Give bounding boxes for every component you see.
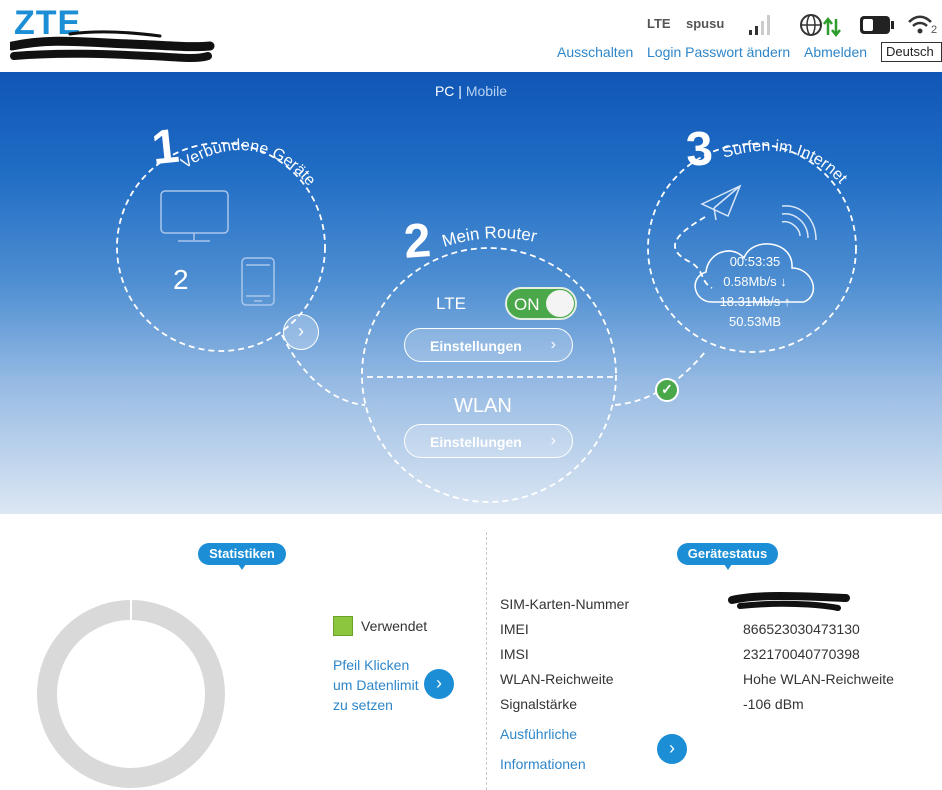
lte-toggle-state: ON: [514, 295, 540, 314]
redacted-sim-number: [728, 592, 850, 611]
header: ZTE LTE spusu 2 Ausschalten Login Passwo…: [0, 0, 942, 72]
statistics-badge: Statistiken: [198, 543, 286, 570]
devices-arrow-button[interactable]: ›: [283, 314, 319, 350]
upload-rate: 18.31Mb/s ↑: [719, 294, 791, 309]
imei-label: IMEI: [500, 621, 529, 637]
used-legend-label: Verwendet: [361, 618, 428, 634]
step2-title: Mein Router: [440, 223, 539, 251]
step1-number: 1: [149, 119, 182, 176]
check-icon: ✓: [655, 378, 679, 402]
wlan-settings-button[interactable]: Einstellungen ›: [404, 424, 573, 458]
signal-strength-value: -106 dBm: [743, 696, 804, 712]
pc-view-link[interactable]: PC: [435, 83, 454, 99]
globe-icon: [800, 14, 822, 36]
step2-number: 2: [402, 214, 433, 269]
data-usage-ring: [37, 600, 225, 788]
details-link-2[interactable]: Informationen: [500, 756, 586, 772]
provider-name: spusu: [686, 16, 725, 31]
router-dashboard: ZTE LTE spusu 2 Ausschalten Login Passwo…: [0, 0, 942, 790]
view-toggle: PC | Mobile: [0, 83, 942, 99]
connected-time: 00:53:35: [729, 254, 781, 269]
overview-hero: PC | Mobile 1 Verbundene Geräte 2 › 2 Me…: [0, 72, 942, 514]
language-select[interactable]: Deutsch: [881, 42, 942, 62]
step3-number: 3: [684, 122, 715, 177]
wifi-client-count: 2: [931, 24, 938, 36]
download-rate: 0.58Mb/s ↓: [723, 274, 787, 289]
battery-icon: [860, 16, 894, 34]
device-status-badge: Gerätestatus: [677, 543, 778, 570]
mobile-view-link[interactable]: Mobile: [466, 83, 507, 99]
chevron-right-icon: ›: [550, 336, 556, 353]
svg-text:Surfen im Internet: Surfen im Internet: [720, 138, 850, 188]
chevron-right-icon: ›: [550, 432, 556, 449]
wlan-range-value: Hohe WLAN-Reichweite: [743, 671, 894, 687]
wlan-label: WLAN: [454, 395, 512, 417]
svg-text:Mein Router: Mein Router: [440, 223, 539, 251]
wlan-range-label: WLAN-Reichweite: [500, 671, 614, 687]
section-divider: [486, 532, 487, 790]
lte-toggle[interactable]: ON: [505, 287, 577, 320]
lte-settings-button[interactable]: Einstellungen ›: [404, 328, 573, 362]
signal-strength-label: Signalstärke: [500, 696, 578, 712]
phone-icon: [241, 257, 275, 306]
wlan-settings-label: Einstellungen: [430, 434, 522, 450]
redacted-scribble: [10, 30, 215, 63]
set-limit-arrow-button[interactable]: ›: [424, 669, 454, 699]
toggle-knob: [546, 290, 574, 317]
imei-value: 866523030473130: [743, 621, 860, 637]
shutdown-link[interactable]: Ausschalten: [557, 44, 633, 60]
lte-settings-label: Einstellungen: [430, 338, 522, 354]
logout-link[interactable]: Abmelden: [804, 44, 867, 60]
bottom-panel: Statistiken Verwendet Pfeil Klicken um D…: [0, 514, 942, 790]
view-separator: |: [458, 83, 462, 99]
step1-title: Verbundene Geräte: [180, 137, 319, 189]
details-arrow-button[interactable]: ›: [657, 734, 687, 764]
transfer-arrows-icon: [823, 17, 841, 37]
sim-number-label: SIM-Karten-Nummer: [500, 596, 630, 612]
network-type: LTE: [647, 16, 671, 31]
change-password-link[interactable]: Login Passwort ändern: [647, 44, 790, 60]
set-limit-text-2[interactable]: um Datenlimit: [333, 677, 419, 693]
imsi-value: 232170040770398: [743, 646, 860, 662]
set-limit-text-3[interactable]: zu setzen: [333, 697, 393, 713]
used-legend-swatch: [333, 616, 353, 636]
signal-bars-icon: [749, 15, 770, 35]
lte-label: LTE: [436, 294, 466, 313]
set-limit-text-1[interactable]: Pfeil Klicken: [333, 657, 409, 673]
svg-text:Verbundene Geräte: Verbundene Geräte: [180, 137, 319, 189]
router-circle: [361, 247, 617, 503]
connected-device-count: 2: [173, 264, 189, 295]
step3-title: Surfen im Internet: [720, 138, 850, 188]
wifi-icon: [908, 15, 932, 34]
data-used: 50.53MB: [728, 314, 782, 329]
details-link-1[interactable]: Ausführliche: [500, 726, 577, 742]
imsi-label: IMSI: [500, 646, 529, 662]
